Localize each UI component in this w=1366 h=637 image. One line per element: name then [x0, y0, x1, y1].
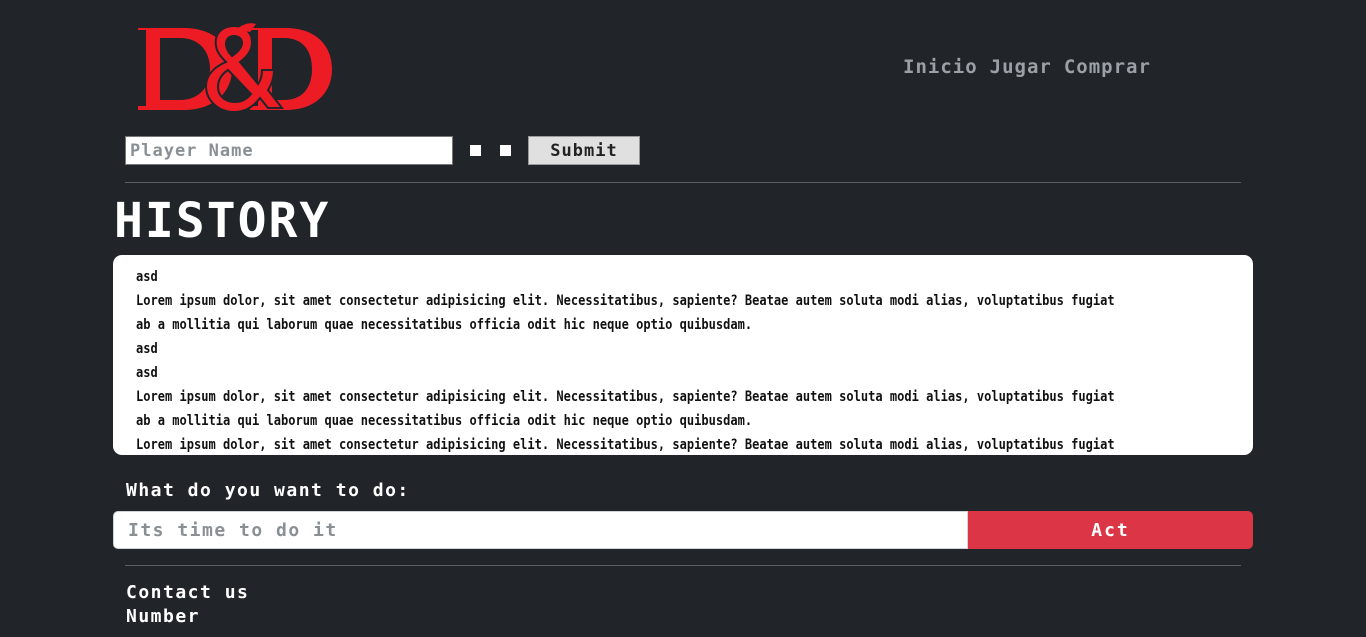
player-checkbox-1[interactable] [470, 145, 481, 156]
history-title: HISTORY [114, 193, 331, 249]
history-log[interactable]: asd Lorem ipsum dolor, sit amet consecte… [113, 255, 1253, 455]
history-line: Lorem ipsum dolor, sit amet consectetur … [136, 293, 1115, 309]
dnd-logo[interactable] [136, 22, 334, 118]
divider-top [125, 182, 1241, 183]
footer: Contact us Number [126, 581, 249, 629]
history-line: asd [136, 365, 158, 381]
number-label: Number [126, 606, 201, 627]
history-line: ab a mollitia qui laborum quae necessita… [136, 317, 753, 333]
history-line: Lorem ipsum dolor, sit amet consectetur … [136, 389, 1115, 405]
nav-item-jugar[interactable]: Jugar [990, 56, 1052, 78]
nav-item-inicio[interactable]: Inicio [903, 56, 978, 78]
history-line: ab a mollitia qui laborum quae necessita… [136, 413, 753, 429]
nav-item-comprar[interactable]: Comprar [1064, 56, 1151, 78]
player-checkbox-2[interactable] [500, 145, 511, 156]
submit-button[interactable]: Submit [528, 136, 640, 165]
action-label: What do you want to do: [126, 480, 410, 501]
act-button[interactable]: Act [968, 511, 1253, 549]
divider-bottom [125, 565, 1241, 566]
contact-us-heading: Contact us [126, 582, 250, 603]
player-name-input[interactable] [125, 136, 453, 165]
history-line: Lorem ipsum dolor, sit amet consectetur … [136, 437, 1115, 453]
history-line: asd [136, 341, 158, 357]
logo-mark [138, 23, 332, 114]
history-line: asd [136, 269, 158, 285]
action-input[interactable] [113, 511, 968, 549]
main-nav: Inicio Jugar Comprar [903, 56, 1151, 78]
